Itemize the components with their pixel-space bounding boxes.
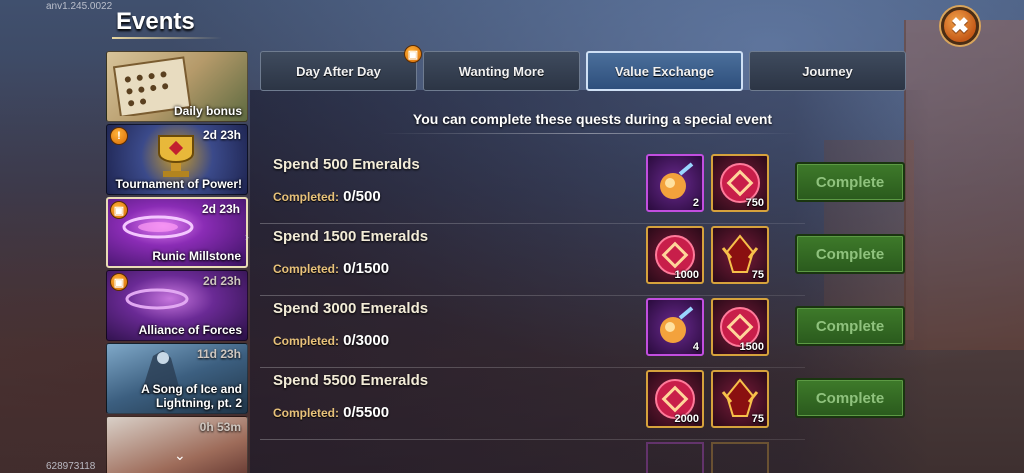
quest-row: Spend 1500 Emeralds Completed: 0/1500 10… <box>260 224 920 296</box>
progress-label: Completed: <box>273 190 339 204</box>
reward-count: 4 <box>692 341 699 353</box>
sidebar-item-hidden-event[interactable]: 0h 53m <box>106 416 248 473</box>
sidebar-item-label: A Song of Ice and Lightning, pt. 2 <box>141 382 242 410</box>
tab-day-after-day[interactable]: Day After Day <box>260 51 417 91</box>
progress-label: Completed: <box>273 334 339 348</box>
sidebar-item-timer: 2d 23h <box>202 274 241 288</box>
gift-badge-icon: ▣ <box>404 45 422 63</box>
version-label: anv1.245.0022 <box>46 1 113 12</box>
title-underline <box>112 37 222 39</box>
sidebar-item-song-of-ice-and-lightning[interactable]: 11d 23h A Song of Ice and Lightning, pt.… <box>106 343 248 414</box>
alert-badge-icon: ! <box>110 127 128 145</box>
quest-progress: Completed: 0/3000 <box>273 332 389 349</box>
sidebar-item-timer: 11d 23h <box>196 347 241 361</box>
quest-title: Spend 1500 Emeralds <box>273 228 429 245</box>
complete-button-label: Complete <box>815 173 885 191</box>
scroll-down-icon[interactable]: ⌄ <box>174 447 186 464</box>
gift-badge-icon: ▣ <box>110 273 128 291</box>
page-title: Events <box>116 8 195 35</box>
reward-slot[interactable]: 2 <box>646 154 704 212</box>
reward-slot[interactable]: 2000 <box>646 370 704 428</box>
complete-button[interactable]: Complete <box>795 378 905 418</box>
sidebar-item-timer: 2d 23h <box>202 128 241 142</box>
sidebar-item-label: Tournament of Power! <box>115 177 242 191</box>
quest-row: Spend 3000 Emeralds Completed: 0/3000 4 … <box>260 296 920 368</box>
close-icon: ✖ <box>950 13 970 38</box>
sidebar-item-timer: 0h 53m <box>199 420 241 434</box>
quest-title: Spend 5500 Emeralds <box>273 372 429 389</box>
quest-row: Spend 5500 Emeralds Completed: 0/5500 20… <box>260 368 920 440</box>
tab-label: Wanting More <box>458 63 545 79</box>
reward-count: 1500 <box>739 341 764 353</box>
reward-slot[interactable]: 750 <box>711 154 769 212</box>
complete-button[interactable]: Complete <box>795 162 905 202</box>
sidebar-item-timer: 2d 23h <box>201 202 240 216</box>
event-subtitle: You can complete these quests during a s… <box>412 111 773 127</box>
quest-progress: Completed: 0/500 <box>273 188 381 205</box>
progress-value: 0/3000 <box>343 332 390 349</box>
reward-slot <box>711 442 769 473</box>
quest-title: Spend 500 Emeralds <box>273 156 420 173</box>
progress-label: Completed: <box>273 406 339 420</box>
reward-slot[interactable]: 4 <box>646 298 704 356</box>
sidebar-item-label: Runic Millstone <box>152 249 241 263</box>
complete-button-label: Complete <box>815 245 885 263</box>
tab-wanting-more[interactable]: Wanting More <box>423 51 580 91</box>
reward-count: 2 <box>692 197 699 209</box>
trophy-icon <box>158 135 194 177</box>
sidebar-item-daily-bonus[interactable]: Daily bonus <box>106 51 248 122</box>
complete-button-label: Complete <box>815 317 885 335</box>
quest-progress: Completed: 0/1500 <box>273 260 389 277</box>
reward-count: 750 <box>745 197 764 209</box>
close-button[interactable]: ✖ <box>941 7 979 45</box>
selected-arrow-icon: › <box>245 230 249 244</box>
complete-button[interactable]: Complete <box>795 234 905 274</box>
quest-row: Spend 500 Emeralds Completed: 0/500 2 75… <box>260 152 920 224</box>
reward-count: 1000 <box>674 269 699 281</box>
progress-value: 0/500 <box>343 188 381 205</box>
subtitle-divider <box>380 133 800 134</box>
tab-label: Day After Day <box>296 63 381 79</box>
reward-slot[interactable]: 75 <box>711 226 769 284</box>
tab-label: Journey <box>802 63 853 79</box>
reward-slot <box>646 442 704 473</box>
reward-slot[interactable]: 1000 <box>646 226 704 284</box>
complete-button[interactable]: Complete <box>795 306 905 346</box>
reward-count: 75 <box>751 269 764 281</box>
progress-label: Completed: <box>273 262 339 276</box>
quest-progress: Completed: 0/5500 <box>273 404 389 421</box>
sidebar-item-label: Alliance of Forces <box>138 323 242 337</box>
millstone-icon <box>122 215 194 239</box>
progress-value: 0/1500 <box>343 260 390 277</box>
tab-journey[interactable]: Journey <box>749 51 906 91</box>
tab-label: Value Exchange <box>615 63 714 79</box>
reward-slot[interactable]: 1500 <box>711 298 769 356</box>
build-id-label: 628973118 <box>46 461 96 472</box>
quest-title: Spend 3000 Emeralds <box>273 300 429 317</box>
complete-button-label: Complete <box>815 389 885 407</box>
sidebar-item-label: Daily bonus <box>173 104 242 118</box>
quest-row-partial <box>260 440 920 473</box>
tab-value-exchange[interactable]: Value Exchange <box>586 51 743 91</box>
progress-value: 0/5500 <box>343 404 390 421</box>
reward-count: 75 <box>751 413 764 425</box>
event-sidebar[interactable]: Daily bonus 2d 23h Tournament of Power! … <box>106 51 248 473</box>
gift-badge-icon: ▣ <box>110 201 128 219</box>
reward-slot[interactable]: 75 <box>711 370 769 428</box>
portal-icon <box>125 288 189 310</box>
reward-count: 2000 <box>674 413 699 425</box>
